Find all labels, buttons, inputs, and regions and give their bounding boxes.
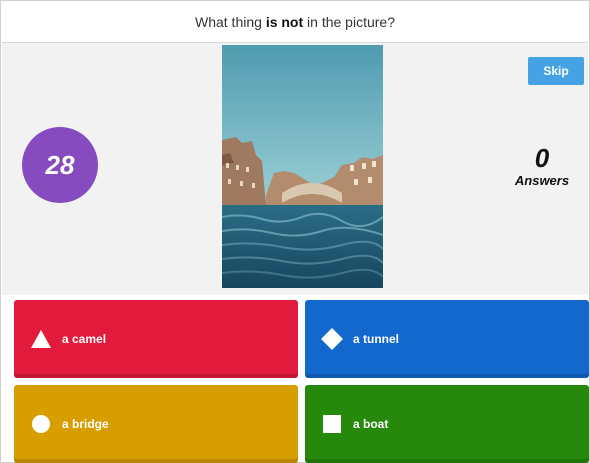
question-image xyxy=(222,45,383,288)
triangle-icon xyxy=(30,328,52,350)
answer-option-red[interactable]: a camel xyxy=(14,300,298,378)
answer-option-blue[interactable]: a tunnel xyxy=(305,300,589,378)
diamond-icon xyxy=(321,328,343,350)
question-text: What thing is not in the picture? xyxy=(195,14,395,30)
answers-counter: 0 Answers xyxy=(502,143,582,189)
answers-count-value: 0 xyxy=(534,143,550,173)
skip-button[interactable]: Skip xyxy=(528,57,584,85)
answer-label: a camel xyxy=(62,332,107,346)
question-stage: 28 Skip 0 Answers xyxy=(2,43,588,295)
question-emphasis: is not xyxy=(265,14,304,30)
answer-option-green[interactable]: a boat xyxy=(305,385,589,463)
circle-icon xyxy=(30,413,52,435)
quiz-frame: What thing is not in the picture? 28 Ski… xyxy=(0,0,590,463)
question-bar: What thing is not in the picture? xyxy=(2,2,588,43)
answers-count-label: Answers xyxy=(514,173,570,188)
answer-label: a boat xyxy=(353,417,389,431)
square-icon xyxy=(321,413,343,435)
timer-value: 28 xyxy=(45,149,75,180)
question-suffix: in the picture? xyxy=(303,14,395,30)
answer-label: a bridge xyxy=(62,417,109,431)
question-prefix: What thing xyxy=(194,14,266,30)
answer-option-yellow[interactable]: a bridge xyxy=(14,385,298,463)
countdown-timer: 28 xyxy=(22,127,98,203)
answer-label: a tunnel xyxy=(353,332,400,346)
